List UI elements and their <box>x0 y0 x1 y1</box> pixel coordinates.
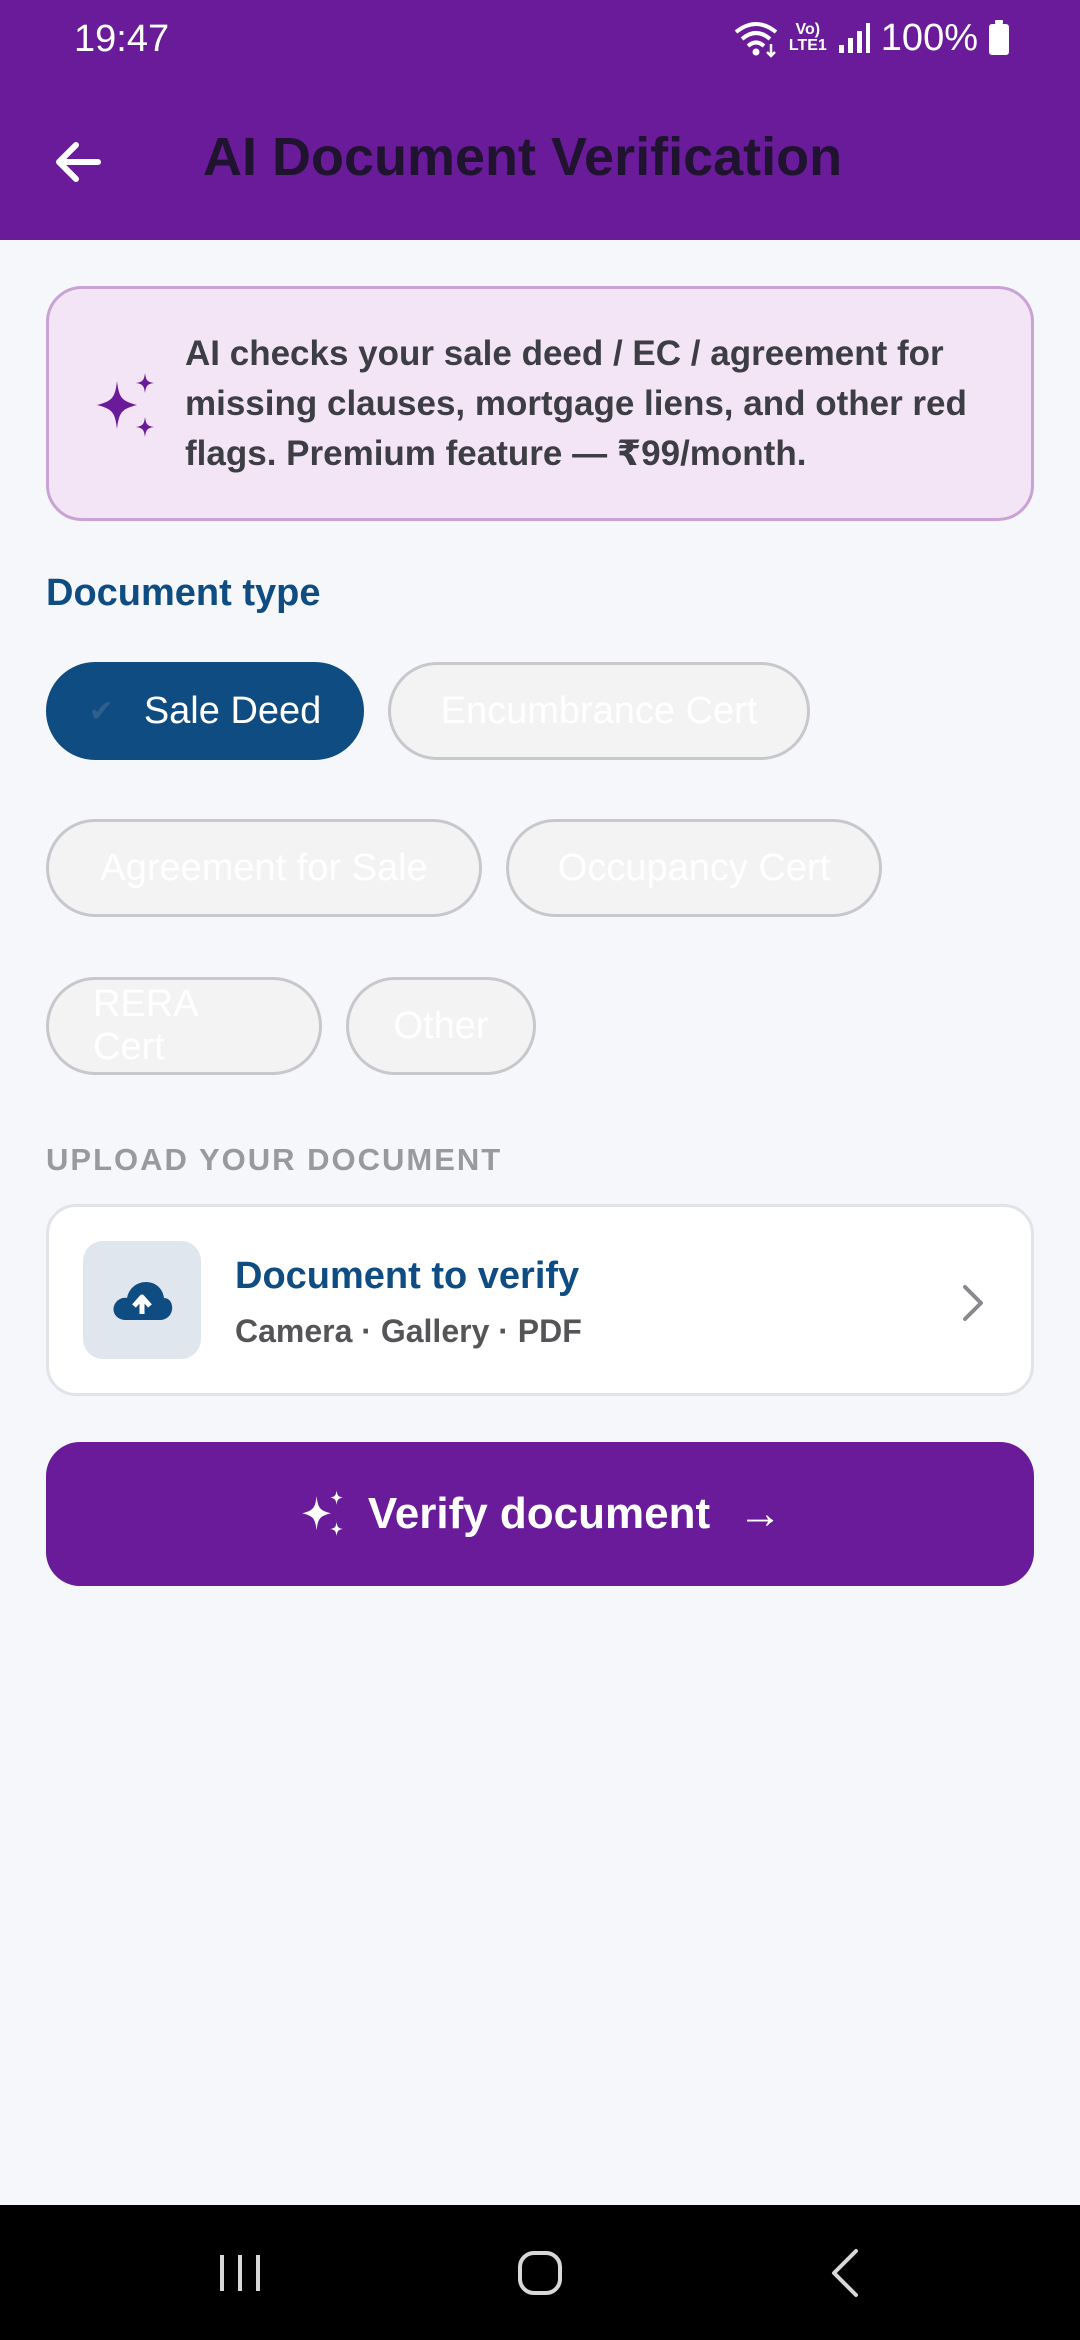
battery-percent: 100% <box>880 16 978 59</box>
wifi-icon <box>734 22 778 58</box>
chip-agreement-for-sale[interactable]: Agreement for Sale <box>46 819 482 917</box>
chip-label: RERA Cert <box>93 983 197 1068</box>
recents-icon[interactable] <box>208 2241 272 2305</box>
verify-document-button[interactable]: Verify document → <box>46 1442 1034 1586</box>
chip-occupancy-cert[interactable]: Occupancy Cert <box>506 819 882 917</box>
page-title: AI Document Verification <box>203 127 843 187</box>
lte-label: LTE1 <box>788 37 827 54</box>
upload-subtitle: Camera · Gallery · PDF <box>235 1313 582 1349</box>
upload-document-card[interactable]: Document to verify Camera · Gallery · PD… <box>46 1204 1034 1396</box>
sparkle-icon <box>97 373 154 437</box>
battery-icon <box>989 20 1009 55</box>
verify-button-label: Verify document <box>367 1489 711 1538</box>
status-icons: Vo) LTE1 100% <box>733 16 1010 60</box>
check-icon: ✔ <box>88 694 114 728</box>
premium-info-card: AI checks your sale deed / EC / agreemen… <box>46 286 1034 521</box>
chip-encumbrance-cert[interactable]: Encumbrance Cert <box>388 662 810 760</box>
chip-label: Encumbrance Cert <box>440 689 758 732</box>
chip-label: Other <box>393 1004 489 1047</box>
chip-label: Agreement for Sale <box>100 846 428 889</box>
chip-other[interactable]: Other <box>346 977 536 1075</box>
status-time: 19:47 <box>74 18 170 60</box>
chip-label: Occupancy Cert <box>557 846 831 889</box>
upload-title: Document to verify <box>235 1255 580 1297</box>
upload-section-label: UPLOAD YOUR DOCUMENT <box>46 1142 503 1177</box>
premium-info-text: AI checks your sale deed / EC / agreemen… <box>185 334 967 473</box>
app-header: 19:47 Vo) LTE1 100% AI Document Verifica… <box>0 0 1080 240</box>
sparkle-icon <box>302 1490 343 1537</box>
screen: 19:47 Vo) LTE1 100% AI Document Verifica… <box>0 0 1080 2340</box>
home-icon[interactable] <box>508 2241 572 2305</box>
volte-label: Vo) <box>795 21 821 38</box>
signal-icon <box>838 23 870 53</box>
chip-rera-cert[interactable]: RERA Cert <box>46 977 322 1075</box>
chevron-right-icon <box>963 1285 983 1321</box>
arrow-left-icon[interactable] <box>46 130 110 194</box>
network-type-label: Vo) LTE1 <box>789 22 827 54</box>
chip-sale-deed[interactable]: ✔ Sale Deed <box>46 662 364 760</box>
upload-icon-box <box>83 1241 201 1359</box>
system-nav-bar <box>0 2205 1080 2340</box>
cloud-upload-icon <box>113 1282 173 1320</box>
back-icon[interactable] <box>814 2241 878 2305</box>
chip-label: Sale Deed <box>143 689 322 732</box>
arrow-right-icon: → <box>738 1489 783 1538</box>
document-type-title: Document type <box>46 572 321 614</box>
